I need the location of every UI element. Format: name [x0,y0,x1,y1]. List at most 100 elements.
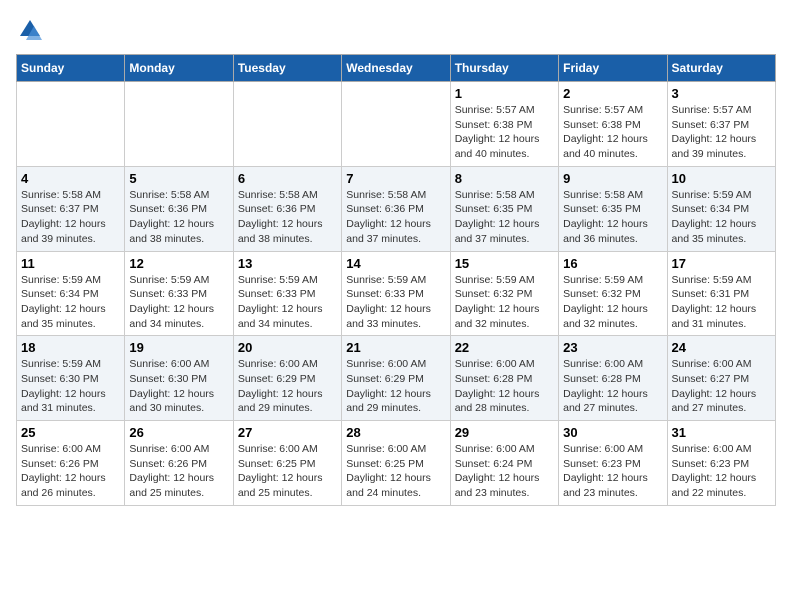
calendar-week-row: 11 Sunrise: 5:59 AM Sunset: 6:34 PM Dayli… [17,251,776,336]
day-info: Sunrise: 5:59 AM Sunset: 6:34 PM Dayligh… [672,188,771,247]
day-number: 11 [21,256,120,271]
day-info: Sunrise: 6:00 AM Sunset: 6:25 PM Dayligh… [238,442,337,501]
day-number: 28 [346,425,445,440]
day-info: Sunrise: 5:57 AM Sunset: 6:37 PM Dayligh… [672,103,771,162]
calendar-cell: 30 Sunrise: 6:00 AM Sunset: 6:23 PM Dayli… [559,421,667,506]
calendar-cell: 11 Sunrise: 5:59 AM Sunset: 6:34 PM Dayli… [17,251,125,336]
calendar-cell: 16Sunrise: 5:59 AM Sunset: 6:32 PM Dayli… [559,251,667,336]
day-number: 4 [21,171,120,186]
weekday-header: Thursday [450,55,558,82]
calendar-cell: 15 Sunrise: 5:59 AM Sunset: 6:32 PM Dayli… [450,251,558,336]
calendar-cell: 28 Sunrise: 6:00 AM Sunset: 6:25 PM Dayli… [342,421,450,506]
day-number: 29 [455,425,554,440]
calendar-cell [17,82,125,167]
weekday-header: Friday [559,55,667,82]
day-info: Sunrise: 6:00 AM Sunset: 6:23 PM Dayligh… [563,442,662,501]
day-info: Sunrise: 5:59 AM Sunset: 6:31 PM Dayligh… [672,273,771,332]
calendar-week-row: 25 Sunrise: 6:00 AM Sunset: 6:26 PM Dayli… [17,421,776,506]
day-info: Sunrise: 5:59 AM Sunset: 6:30 PM Dayligh… [21,357,120,416]
day-info: Sunrise: 6:00 AM Sunset: 6:27 PM Dayligh… [672,357,771,416]
day-number: 2 [563,86,662,101]
day-info: Sunrise: 5:59 AM Sunset: 6:32 PM Dayligh… [455,273,554,332]
weekday-header: Saturday [667,55,775,82]
calendar-cell: 12 Sunrise: 5:59 AM Sunset: 6:33 PM Dayli… [125,251,233,336]
calendar-cell: 24 Sunrise: 6:00 AM Sunset: 6:27 PM Dayli… [667,336,775,421]
day-info: Sunrise: 6:00 AM Sunset: 6:29 PM Dayligh… [346,357,445,416]
day-number: 21 [346,340,445,355]
day-info: Sunrise: 6:00 AM Sunset: 6:28 PM Dayligh… [455,357,554,416]
day-info: Sunrise: 5:59 AM Sunset: 6:34 PM Dayligh… [21,273,120,332]
calendar-cell: 25 Sunrise: 6:00 AM Sunset: 6:26 PM Dayli… [17,421,125,506]
day-number: 8 [455,171,554,186]
day-info: Sunrise: 5:58 AM Sunset: 6:36 PM Dayligh… [238,188,337,247]
day-number: 20 [238,340,337,355]
weekday-header: Sunday [17,55,125,82]
day-number: 6 [238,171,337,186]
day-info: Sunrise: 6:00 AM Sunset: 6:24 PM Dayligh… [455,442,554,501]
day-number: 23 [563,340,662,355]
day-number: 9 [563,171,662,186]
calendar-cell: 8 Sunrise: 5:58 AM Sunset: 6:35 PM Daylig… [450,166,558,251]
day-info: Sunrise: 5:58 AM Sunset: 6:37 PM Dayligh… [21,188,120,247]
day-number: 24 [672,340,771,355]
day-info: Sunrise: 5:59 AM Sunset: 6:33 PM Dayligh… [129,273,228,332]
day-info: Sunrise: 6:00 AM Sunset: 6:23 PM Dayligh… [672,442,771,501]
calendar-cell: 21 Sunrise: 6:00 AM Sunset: 6:29 PM Dayli… [342,336,450,421]
calendar-header: SundayMondayTuesdayWednesdayThursdayFrid… [17,55,776,82]
day-info: Sunrise: 5:58 AM Sunset: 6:35 PM Dayligh… [455,188,554,247]
calendar-cell: 22 Sunrise: 6:00 AM Sunset: 6:28 PM Dayli… [450,336,558,421]
day-info: Sunrise: 5:58 AM Sunset: 6:36 PM Dayligh… [346,188,445,247]
calendar-cell: 6 Sunrise: 5:58 AM Sunset: 6:36 PM Daylig… [233,166,341,251]
calendar-cell [233,82,341,167]
day-info: Sunrise: 6:00 AM Sunset: 6:29 PM Dayligh… [238,357,337,416]
day-number: 12 [129,256,228,271]
day-info: Sunrise: 6:00 AM Sunset: 6:26 PM Dayligh… [21,442,120,501]
day-info: Sunrise: 5:58 AM Sunset: 6:35 PM Dayligh… [563,188,662,247]
day-number: 14 [346,256,445,271]
day-number: 18 [21,340,120,355]
logo [16,16,46,44]
day-number: 19 [129,340,228,355]
calendar-cell: 7 Sunrise: 5:58 AM Sunset: 6:36 PM Daylig… [342,166,450,251]
page-header [16,16,776,44]
calendar-cell: 18 Sunrise: 5:59 AM Sunset: 6:30 PM Dayli… [17,336,125,421]
day-info: Sunrise: 6:00 AM Sunset: 6:28 PM Dayligh… [563,357,662,416]
calendar-cell: 10 Sunrise: 5:59 AM Sunset: 6:34 PM Dayli… [667,166,775,251]
day-info: Sunrise: 6:00 AM Sunset: 6:25 PM Dayligh… [346,442,445,501]
day-number: 17 [672,256,771,271]
day-info: Sunrise: 6:00 AM Sunset: 6:30 PM Dayligh… [129,357,228,416]
day-info: Sunrise: 5:58 AM Sunset: 6:36 PM Dayligh… [129,188,228,247]
day-number: 13 [238,256,337,271]
day-number: 31 [672,425,771,440]
day-info: Sunrise: 5:59 AM Sunset: 6:33 PM Dayligh… [238,273,337,332]
calendar-cell: 14 Sunrise: 5:59 AM Sunset: 6:33 PM Dayli… [342,251,450,336]
weekday-header: Wednesday [342,55,450,82]
calendar-cell: 5Sunrise: 5:58 AM Sunset: 6:36 PM Daylig… [125,166,233,251]
calendar-cell: 17 Sunrise: 5:59 AM Sunset: 6:31 PM Dayli… [667,251,775,336]
day-number: 27 [238,425,337,440]
calendar-cell: 19 Sunrise: 6:00 AM Sunset: 6:30 PM Dayli… [125,336,233,421]
day-info: Sunrise: 5:57 AM Sunset: 6:38 PM Dayligh… [563,103,662,162]
calendar-week-row: 1Sunrise: 5:57 AM Sunset: 6:38 PM Daylig… [17,82,776,167]
day-number: 3 [672,86,771,101]
calendar-week-row: 4 Sunrise: 5:58 AM Sunset: 6:37 PM Daylig… [17,166,776,251]
day-number: 30 [563,425,662,440]
day-number: 22 [455,340,554,355]
calendar-cell: 2 Sunrise: 5:57 AM Sunset: 6:38 PM Daylig… [559,82,667,167]
day-number: 15 [455,256,554,271]
day-info: Sunrise: 6:00 AM Sunset: 6:26 PM Dayligh… [129,442,228,501]
calendar-cell: 26 Sunrise: 6:00 AM Sunset: 6:26 PM Dayli… [125,421,233,506]
day-number: 10 [672,171,771,186]
calendar-cell: 31 Sunrise: 6:00 AM Sunset: 6:23 PM Dayli… [667,421,775,506]
day-info: Sunrise: 5:57 AM Sunset: 6:38 PM Dayligh… [455,103,554,162]
day-number: 7 [346,171,445,186]
calendar-cell: 9 Sunrise: 5:58 AM Sunset: 6:35 PM Daylig… [559,166,667,251]
day-info: Sunrise: 5:59 AM Sunset: 6:32 PM Dayligh… [563,273,662,332]
day-number: 25 [21,425,120,440]
calendar-table: SundayMondayTuesdayWednesdayThursdayFrid… [16,54,776,506]
day-info: Sunrise: 5:59 AM Sunset: 6:33 PM Dayligh… [346,273,445,332]
calendar-cell: 29 Sunrise: 6:00 AM Sunset: 6:24 PM Dayli… [450,421,558,506]
calendar-cell: 3 Sunrise: 5:57 AM Sunset: 6:37 PM Daylig… [667,82,775,167]
calendar-cell [125,82,233,167]
day-number: 26 [129,425,228,440]
